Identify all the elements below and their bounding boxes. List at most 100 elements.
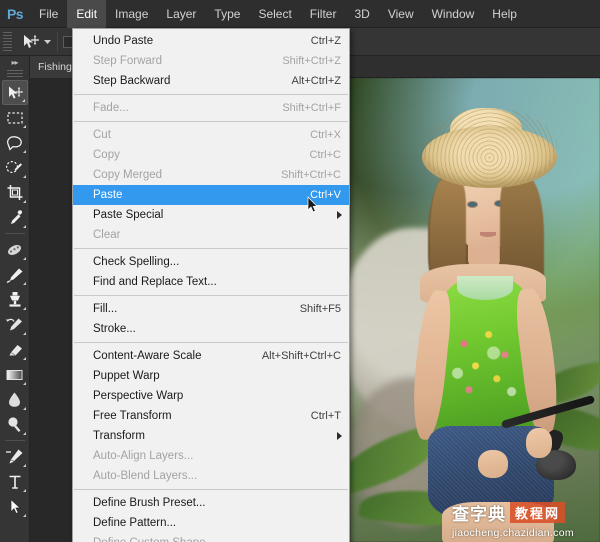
- menu-item-copy-merged: Copy Merged Shift+Ctrl+C: [73, 165, 349, 185]
- image-hand-left: [478, 450, 508, 478]
- menu-layer[interactable]: Layer: [157, 0, 205, 28]
- menu-item-shortcut: Shift+Ctrl+C: [281, 169, 341, 181]
- watermark-badge: 教程网: [510, 502, 566, 523]
- tool-options-corner: [22, 125, 26, 128]
- dodge-tool[interactable]: [2, 412, 28, 437]
- menu-separator: [74, 121, 348, 122]
- tool-options-corner: [21, 99, 25, 102]
- menu-item-label: Puppet Warp: [93, 370, 160, 382]
- menu-item-label: Perspective Warp: [93, 390, 184, 402]
- menu-item-label: Define Pattern...: [93, 517, 177, 529]
- menu-item-label: Auto-Align Layers...: [93, 450, 194, 462]
- menu-item-label: Copy: [93, 149, 120, 161]
- menu-item-puppet-warp[interactable]: Puppet Warp: [73, 366, 349, 386]
- blur-tool[interactable]: [2, 387, 28, 412]
- menu-item-perspective-warp[interactable]: Perspective Warp: [73, 386, 349, 406]
- menu-edit[interactable]: Edit: [67, 0, 107, 28]
- menu-item-content-aware-scale[interactable]: Content-Aware Scale Alt+Shift+Ctrl+C: [73, 346, 349, 366]
- move-tool[interactable]: [1, 80, 28, 105]
- menu-item-step-backward[interactable]: Step Backward Alt+Ctrl+Z: [73, 71, 349, 91]
- tool-options-corner: [22, 282, 26, 285]
- menu-view[interactable]: View: [379, 0, 423, 28]
- watermark-url: jiaocheng.chazidian.com: [452, 527, 574, 539]
- menu-select[interactable]: Select: [249, 0, 300, 28]
- tool-options-corner: [22, 150, 26, 153]
- quick-selection-tool[interactable]: [2, 155, 28, 180]
- path-selection-tool[interactable]: [2, 494, 28, 519]
- menu-item-transform[interactable]: Transform: [73, 426, 349, 446]
- eraser-tool[interactable]: [2, 337, 28, 362]
- menu-item-shortcut: Ctrl+T: [310, 410, 341, 422]
- lasso-tool[interactable]: [2, 130, 28, 155]
- menu-separator: [74, 342, 348, 343]
- menu-item-label: Transform: [93, 430, 145, 442]
- menu-item-label: Step Backward: [93, 75, 171, 87]
- menu-item-fill[interactable]: Fill... Shift+F5: [73, 299, 349, 319]
- menu-item-stroke[interactable]: Stroke...: [73, 319, 349, 339]
- menu-item-label: Stroke...: [93, 323, 136, 335]
- tools-panel: ▸▸: [0, 56, 30, 542]
- options-divider-1: [57, 31, 58, 52]
- menu-item-label: Paste: [93, 189, 123, 201]
- eyedropper-tool[interactable]: [2, 205, 28, 230]
- tool-preset-picker[interactable]: [20, 33, 52, 51]
- menu-item-define-pattern[interactable]: Define Pattern...: [73, 513, 349, 533]
- menu-item-label: Fill...: [93, 303, 118, 315]
- tool-options-corner: [22, 407, 26, 410]
- menu-item-undo-paste[interactable]: Undo Paste Ctrl+Z: [73, 31, 349, 51]
- image-hand-right: [526, 428, 552, 458]
- menu-item-label: Auto-Blend Layers...: [93, 470, 198, 482]
- menu-bar: Ps File Edit Image Layer Type Select Filter 3D V…: [0, 0, 600, 28]
- menu-3d[interactable]: 3D: [345, 0, 378, 28]
- tool-options-corner: [22, 464, 26, 467]
- image-shirt-print: [446, 318, 528, 410]
- menu-filter[interactable]: Filter: [301, 0, 346, 28]
- menu-item-free-transform[interactable]: Free Transform Ctrl+T: [73, 406, 349, 426]
- collapse-tools-icon[interactable]: ▸▸: [0, 56, 29, 69]
- rectangular-marquee-tool[interactable]: [2, 105, 28, 130]
- menu-item-label: Define Brush Preset...: [93, 497, 206, 509]
- chevron-down-icon: [44, 39, 51, 44]
- menu-item-label: Cut: [93, 129, 111, 141]
- tool-options-corner: [22, 332, 26, 335]
- edit-menu-dropdown: Undo Paste Ctrl+Z Step Forward Shift+Ctrl+Z…: [72, 28, 350, 542]
- menu-item-shortcut: Shift+Ctrl+F: [282, 102, 341, 114]
- tools-divider-2: [4, 440, 25, 441]
- document-image: 查字典 教程网 jiaocheng.chazidian.com: [350, 78, 600, 542]
- menu-item-check-spelling[interactable]: Check Spelling...: [73, 252, 349, 272]
- options-bar-grip[interactable]: [3, 31, 12, 52]
- menu-item-auto-align-layers: Auto-Align Layers...: [73, 446, 349, 466]
- gradient-tool[interactable]: [2, 362, 28, 387]
- clone-stamp-tool[interactable]: [2, 287, 28, 312]
- menu-image[interactable]: Image: [106, 0, 157, 28]
- tools-panel-grip[interactable]: [6, 70, 23, 77]
- menu-item-find-and-replace-text[interactable]: Find and Replace Text...: [73, 272, 349, 292]
- crop-tool[interactable]: [2, 180, 28, 205]
- move-tool-icon: [24, 34, 40, 48]
- pen-tool[interactable]: [2, 444, 28, 469]
- brush-tool[interactable]: [2, 262, 28, 287]
- menu-item-shortcut: Ctrl+Z: [310, 35, 341, 47]
- menu-item-label: Fade...: [93, 102, 129, 114]
- tool-options-corner: [22, 432, 26, 435]
- menu-item-shortcut: Ctrl+X: [310, 129, 341, 141]
- menu-type[interactable]: Type: [205, 0, 249, 28]
- menu-item-label: Clear: [93, 229, 121, 241]
- spot-healing-brush-tool[interactable]: [2, 237, 28, 262]
- image-subject-girl: [350, 78, 600, 542]
- image-shirt-collar: [457, 276, 513, 300]
- menu-item-clear: Clear: [73, 225, 349, 245]
- submenu-arrow-icon: [337, 432, 342, 440]
- menu-separator: [74, 295, 348, 296]
- menu-help[interactable]: Help: [483, 0, 526, 28]
- horizontal-type-tool[interactable]: [2, 469, 28, 494]
- menu-item-label: Check Spelling...: [93, 256, 180, 268]
- menu-item-define-brush-preset[interactable]: Define Brush Preset...: [73, 493, 349, 513]
- history-brush-tool[interactable]: [2, 312, 28, 337]
- menu-item-auto-blend-layers: Auto-Blend Layers...: [73, 466, 349, 486]
- menu-file[interactable]: File: [30, 0, 67, 28]
- menu-window[interactable]: Window: [423, 0, 484, 28]
- submenu-arrow-icon: [337, 211, 342, 219]
- image-mouth: [480, 232, 496, 237]
- tool-options-corner: [22, 382, 26, 385]
